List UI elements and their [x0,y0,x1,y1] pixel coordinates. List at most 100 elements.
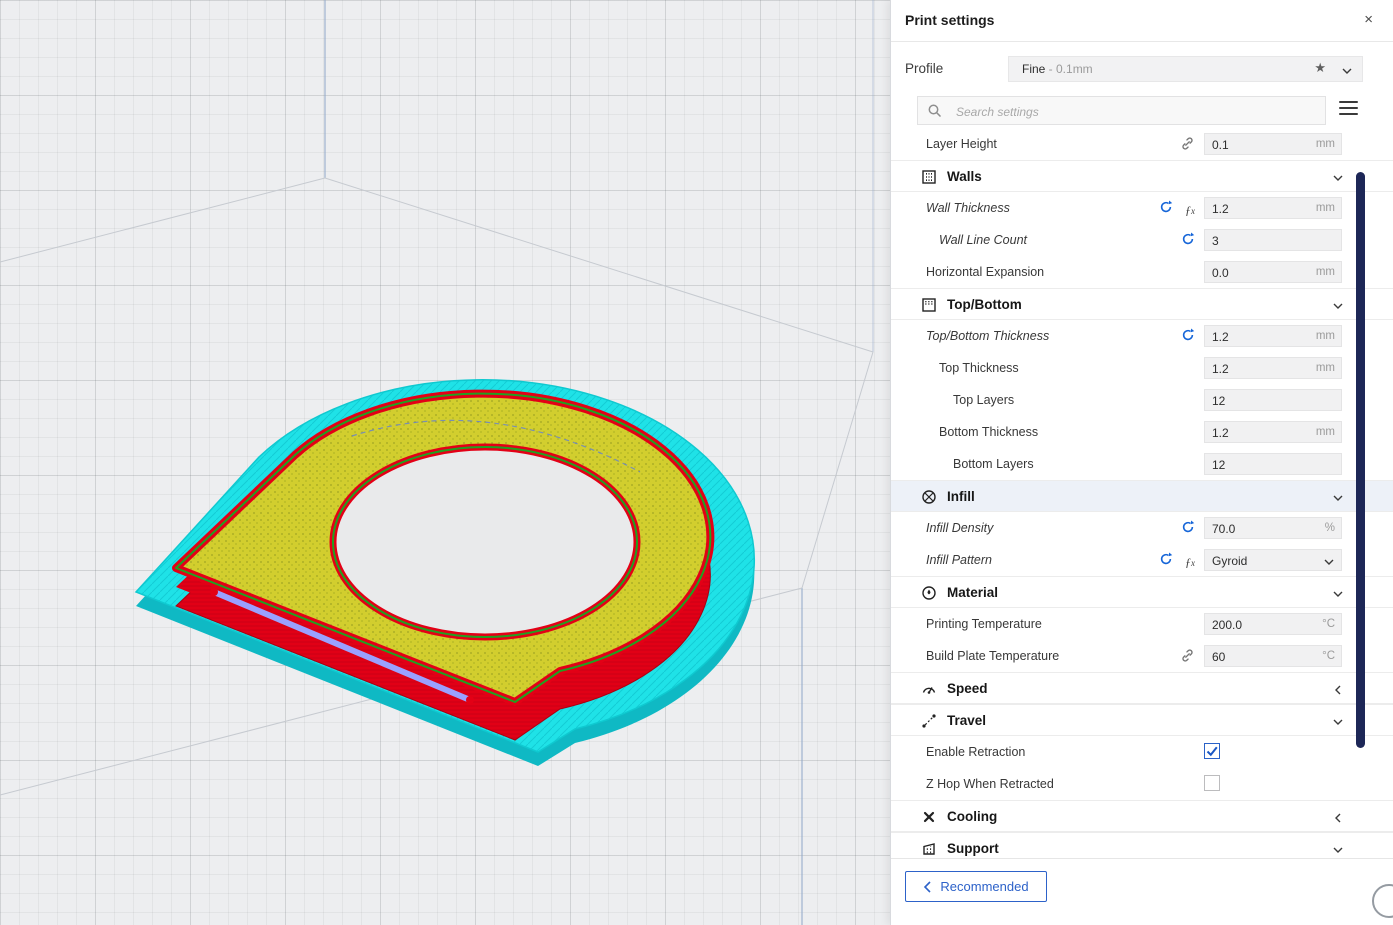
setting-row-printing-temperature: Printing Temperature 200.0 °C [891,608,1393,640]
setting-label: Printing Temperature [926,617,1042,631]
input-infill-density[interactable]: 70.0% [1204,517,1342,539]
material-icon [921,585,937,606]
setting-label: Horizontal Expansion [926,265,1044,279]
input-bottom-thickness[interactable]: 1.2mm [1204,421,1342,443]
setting-label: Wall Line Count [939,233,1027,247]
hamburger-menu-icon[interactable] [1339,101,1358,118]
input-layer-height[interactable]: 0.1 mm [1204,133,1342,155]
sliced-model[interactable] [136,380,754,766]
recommended-button[interactable]: Recommended [905,871,1047,902]
input-top-layers[interactable]: 12 [1204,389,1342,411]
star-icon[interactable]: ★ [1314,60,1326,76]
category-infill[interactable]: Infill [891,480,1393,512]
setting-value: 1.2 [1212,330,1229,344]
input-printing-temperature[interactable]: 200.0 °C [1204,613,1342,635]
profile-label: Profile [905,61,943,76]
revert-icon[interactable] [1181,520,1195,539]
setting-label: Top Layers [953,393,1014,407]
chevron-down-icon [1323,555,1335,573]
settings-search[interactable] [917,96,1326,125]
setting-label: Infill Density [926,521,993,535]
revert-icon[interactable] [1159,200,1173,219]
chevron-down-icon [1332,715,1344,733]
chevron-left-icon [1332,811,1344,829]
travel-icon [921,713,937,734]
chevron-down-icon [1332,299,1344,317]
chevron-left-icon [923,881,932,893]
chevron-down-icon [1332,491,1344,509]
profile-row: Profile Fine - 0.1mm ★ [891,56,1393,82]
panel-footer: Recommended [891,858,1393,925]
category-label: Walls [947,169,982,184]
setting-value: 3 [1212,234,1219,248]
input-wall-line-count[interactable]: 3 [1204,229,1342,251]
setting-value: 12 [1212,394,1225,408]
category-walls[interactable]: Walls [891,160,1393,192]
profile-dropdown[interactable]: Fine - 0.1mm ★ [1008,56,1363,82]
setting-value: 0.1 [1212,138,1229,152]
input-build-plate-temperature[interactable]: 60 °C [1204,645,1342,667]
print-settings-panel: Print settings × Profile Fine - 0.1mm ★ … [890,0,1393,925]
category-material[interactable]: Material [891,576,1393,608]
input-horizontal-expansion[interactable]: 0.0mm [1204,261,1342,283]
setting-label: Top Thickness [939,361,1019,375]
select-infill-pattern[interactable]: Gyroid [1204,549,1342,571]
setting-label: Z Hop When Retracted [926,777,1054,791]
setting-value: 1.2 [1212,426,1229,440]
link-icon [1180,648,1195,668]
recommended-label: Recommended [940,879,1028,894]
category-label: Cooling [947,809,997,824]
speed-icon [921,681,937,702]
profile-suffix: - 0.1mm [1045,62,1092,76]
setting-label: Layer Height [926,137,997,151]
input-top-bottom-thickness[interactable]: 1.2mm [1204,325,1342,347]
checkbox-z-hop-when-retracted[interactable] [1204,775,1220,791]
setting-row-wall-thickness: Wall Thicknessƒx1.2mm [891,192,1393,224]
setting-value: Gyroid [1212,554,1247,568]
fx-icon: ƒx [1185,553,1195,571]
category-speed[interactable]: Speed [891,672,1393,704]
search-input[interactable] [954,100,1308,123]
input-wall-thickness[interactable]: 1.2mm [1204,197,1342,219]
setting-unit: % [1325,522,1335,534]
revert-icon[interactable] [1181,232,1195,251]
panel-header: Print settings × [891,0,1393,42]
revert-icon[interactable] [1159,552,1173,571]
setting-indicators [1181,232,1195,251]
profile-value: Fine [1022,62,1045,76]
setting-label: Bottom Thickness [939,425,1038,439]
category-top-bottom[interactable]: Top/Bottom [891,288,1393,320]
category-cooling[interactable]: Cooling [891,800,1393,832]
chevron-left-icon [1332,683,1344,701]
setting-row-wall-line-count: Wall Line Count 3 [891,224,1393,256]
input-top-thickness[interactable]: 1.2mm [1204,357,1342,379]
category-label: Speed [947,681,988,696]
setting-value: 200.0 [1212,618,1242,632]
setting-row-top-layers: Top Layers 12 [891,384,1393,416]
settings-list: Layer Height0.1mmWallsWall Thicknessƒx1.… [891,128,1393,860]
close-icon[interactable]: × [1364,12,1373,28]
setting-value: 1.2 [1212,202,1229,216]
setting-indicators: ƒx [1159,552,1195,571]
setting-row-bottom-layers: Bottom Layers12 [891,448,1393,480]
input-bottom-layers[interactable]: 12 [1204,453,1342,475]
scrollbar-thumb[interactable] [1356,172,1365,748]
revert-icon[interactable] [1181,328,1195,347]
category-support[interactable]: Support [891,832,1393,860]
setting-row-bottom-thickness: Bottom Thickness 1.2mm [891,416,1393,448]
setting-label: Build Plate Temperature [926,649,1059,663]
category-label: Material [947,585,998,600]
setting-value: 60 [1212,650,1225,664]
top-bottom-icon [921,297,937,318]
setting-row-infill-density: Infill Density 70.0% [891,512,1393,544]
setting-unit: mm [1316,138,1335,150]
setting-indicators: ƒx [1159,200,1195,219]
category-travel[interactable]: Travel [891,704,1393,736]
setting-unit: °C [1322,618,1335,630]
setting-indicators [1180,648,1195,668]
setting-unit: °C [1322,650,1335,662]
setting-row-top-bottom-thickness: Top/Bottom Thickness1.2mm [891,320,1393,352]
chevron-down-icon [1341,64,1353,82]
3d-viewport[interactable] [0,0,890,925]
checkbox-enable-retraction[interactable] [1204,743,1220,759]
